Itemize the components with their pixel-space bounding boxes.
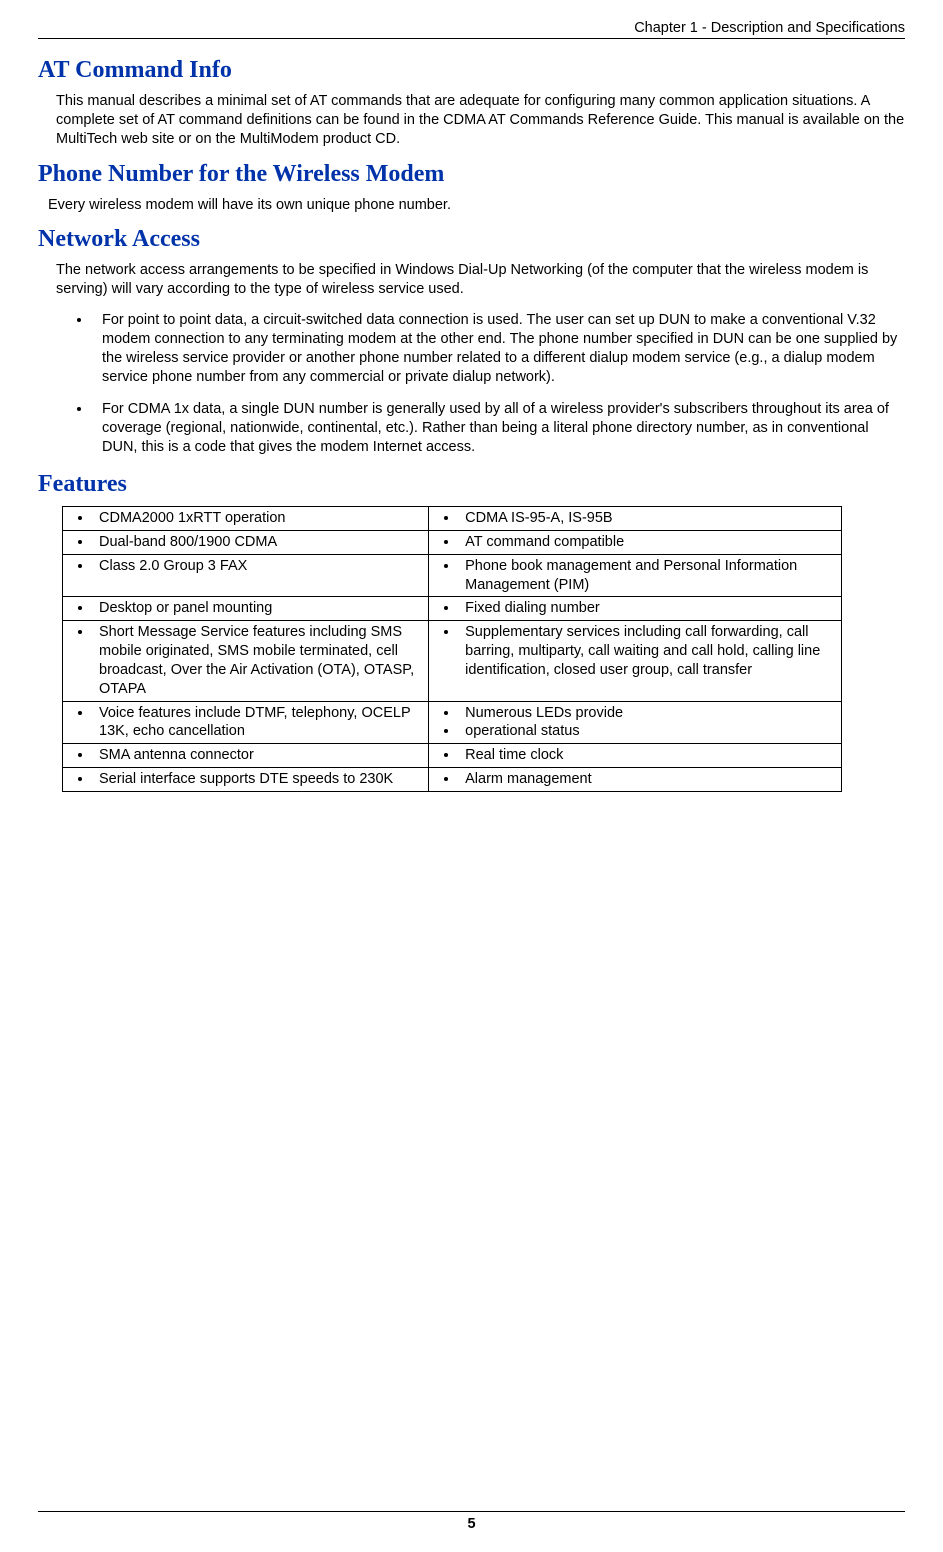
feature-cell-right: Fixed dialing number <box>429 597 842 621</box>
feature-cell-right: Supplementary services including call fo… <box>429 621 842 701</box>
feature-cell-left: CDMA2000 1xRTT operation <box>63 506 429 530</box>
feature-item: Desktop or panel mounting <box>93 599 424 618</box>
features-table: CDMA2000 1xRTT operation CDMA IS-95-A, IS… <box>62 506 842 792</box>
table-row: CDMA2000 1xRTT operation CDMA IS-95-A, IS… <box>63 506 842 530</box>
heading-features: Features <box>38 471 905 498</box>
feature-item: CDMA2000 1xRTT operation <box>93 509 424 528</box>
chapter-title: Chapter 1 - Description and Specificatio… <box>634 20 905 36</box>
table-row: Class 2.0 Group 3 FAX Phone book manageme… <box>63 554 842 597</box>
feature-item: Short Message Service features including… <box>93 623 424 698</box>
heading-phone-number: Phone Number for the Wireless Modem <box>38 161 905 188</box>
table-row: Desktop or panel mounting Fixed dialing n… <box>63 597 842 621</box>
page-number: 5 <box>38 1511 905 1532</box>
feature-item: Class 2.0 Group 3 FAX <box>93 557 424 576</box>
table-row: SMA antenna connector Real time clock <box>63 744 842 768</box>
page-header: Chapter 1 - Description and Specificatio… <box>38 20 905 39</box>
feature-cell-right: Numerous LEDs provideoperational status <box>429 701 842 744</box>
table-row: Serial interface supports DTE speeds to … <box>63 768 842 792</box>
feature-item: Dual-band 800/1900 CDMA <box>93 533 424 552</box>
table-row: Dual-band 800/1900 CDMA AT command compat… <box>63 530 842 554</box>
feature-cell-right: Alarm management <box>429 768 842 792</box>
feature-item: operational status <box>459 722 837 741</box>
feature-cell-left: Desktop or panel mounting <box>63 597 429 621</box>
table-row: Short Message Service features including… <box>63 621 842 701</box>
table-row: Voice features include DTMF, telephony, … <box>63 701 842 744</box>
network-bullet-1: For CDMA 1x data, a single DUN number is… <box>92 400 905 457</box>
body-at-command: This manual describes a minimal set of A… <box>56 92 905 149</box>
feature-cell-left: Short Message Service features including… <box>63 621 429 701</box>
feature-cell-left: Voice features include DTMF, telephony, … <box>63 701 429 744</box>
heading-network-access: Network Access <box>38 226 905 253</box>
body-phone-number: Every wireless modem will have its own u… <box>48 196 905 215</box>
feature-item: Fixed dialing number <box>459 599 837 618</box>
feature-cell-right: Phone book management and Personal Infor… <box>429 554 842 597</box>
feature-cell-left: Serial interface supports DTE speeds to … <box>63 768 429 792</box>
feature-cell-left: Class 2.0 Group 3 FAX <box>63 554 429 597</box>
feature-cell-left: Dual-band 800/1900 CDMA <box>63 530 429 554</box>
feature-item: Phone book management and Personal Infor… <box>459 557 837 595</box>
feature-item: Voice features include DTMF, telephony, … <box>93 704 424 742</box>
feature-item: Supplementary services including call fo… <box>459 623 837 680</box>
feature-item: Numerous LEDs provide <box>459 704 837 723</box>
network-access-bullets: For point to point data, a circuit-switc… <box>56 311 905 457</box>
feature-item: Serial interface supports DTE speeds to … <box>93 770 424 789</box>
feature-cell-left: SMA antenna connector <box>63 744 429 768</box>
network-bullet-0: For point to point data, a circuit-switc… <box>92 311 905 386</box>
feature-item: CDMA IS-95-A, IS-95B <box>459 509 837 528</box>
feature-item: SMA antenna connector <box>93 746 424 765</box>
feature-item: Real time clock <box>459 746 837 765</box>
page-footer: 5 <box>38 1511 905 1532</box>
heading-at-command: AT Command Info <box>38 57 905 84</box>
document-page: Chapter 1 - Description and Specificatio… <box>0 0 943 1552</box>
feature-cell-right: CDMA IS-95-A, IS-95B <box>429 506 842 530</box>
feature-item: AT command compatible <box>459 533 837 552</box>
feature-cell-right: Real time clock <box>429 744 842 768</box>
feature-item: Alarm management <box>459 770 837 789</box>
feature-cell-right: AT command compatible <box>429 530 842 554</box>
body-network-access-intro: The network access arrangements to be sp… <box>56 261 905 299</box>
